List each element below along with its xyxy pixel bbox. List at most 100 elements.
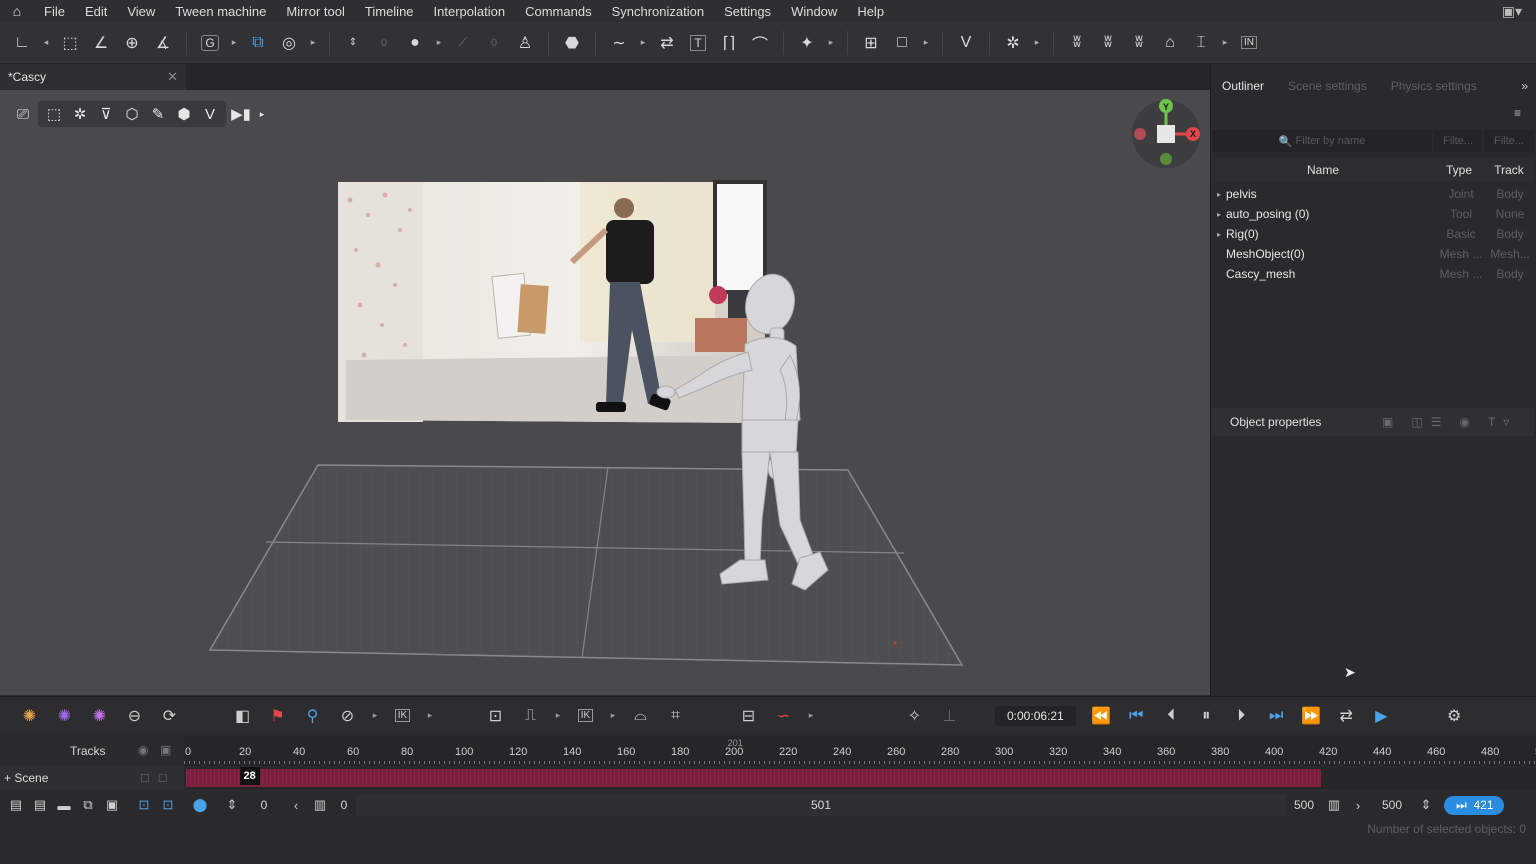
ik-button-2[interactable]: IK xyxy=(568,701,603,731)
t-button[interactable]: T xyxy=(684,29,712,57)
list-icon[interactable]: ☰ xyxy=(1431,415,1442,429)
rewind-icon[interactable]: ⏪ xyxy=(1084,701,1119,731)
pin-icon[interactable]: ⊥ xyxy=(932,701,967,731)
wireframe-icon[interactable]: ⬡ xyxy=(119,101,145,127)
fast-forward-icon[interactable]: ⏩ xyxy=(1294,701,1329,731)
fit-all-icon[interactable]: ⊡ xyxy=(156,797,180,813)
eraser-icon[interactable]: ⬣ xyxy=(558,29,586,57)
brush-icon[interactable]: ⟋ xyxy=(449,29,477,57)
counter-field[interactable]: 0 xyxy=(370,29,398,57)
globe-icon[interactable]: ⊕ xyxy=(118,29,146,57)
dropdown-arrow-icon[interactable]: ▸ xyxy=(548,701,568,731)
orientation-gizmo[interactable]: Y X xyxy=(1132,99,1200,168)
menu-commands[interactable]: Commands xyxy=(515,4,601,19)
range-length[interactable]: 501 xyxy=(356,794,1286,816)
playhead[interactable]: 28 xyxy=(239,767,260,785)
ik-toggle[interactable]: IN xyxy=(1235,29,1263,57)
bezier-icon[interactable]: ⌒ xyxy=(746,29,774,57)
mirror-icon[interactable]: ◧ xyxy=(225,701,260,731)
v-logo-icon[interactable]: V xyxy=(197,101,223,127)
flag-icon[interactable]: ⚑ xyxy=(260,701,295,731)
feet-left-icon[interactable]: ʬ xyxy=(1094,29,1122,57)
expand-arrow-icon[interactable]: ▸ xyxy=(1212,190,1226,199)
timeline-settings-icon[interactable]: ⚙ xyxy=(1437,701,1472,731)
menu-interpolation[interactable]: Interpolation xyxy=(424,4,516,19)
grid-icon[interactable]: ⊞ xyxy=(857,29,885,57)
snap-icon[interactable]: ⧉ xyxy=(244,29,272,57)
scene-clip-bar[interactable] xyxy=(186,769,1321,787)
dropdown-arrow-icon[interactable]: ▸ xyxy=(824,29,838,57)
outliner-row[interactable]: MeshObject(0) Mesh ... Mesh... xyxy=(1212,244,1534,264)
dropdown-arrow-icon[interactable]: ▸ xyxy=(227,29,241,57)
prev-frame-icon[interactable]: ⏴ xyxy=(1154,701,1189,731)
expand-arrow-icon[interactable]: ▸ xyxy=(1212,210,1226,219)
range-start-field[interactable]: 0 xyxy=(332,798,356,812)
tab-scene-settings[interactable]: Scene settings xyxy=(1276,79,1379,93)
loop-playback-icon[interactable]: ⇄ xyxy=(1329,701,1364,731)
ik-button-1[interactable]: IK xyxy=(385,701,420,731)
filter-track-input[interactable]: Filte... xyxy=(1484,130,1534,152)
g-button[interactable]: G xyxy=(196,29,224,57)
square-icon[interactable]: □ xyxy=(888,29,916,57)
filter-type-input[interactable]: Filte... xyxy=(1434,130,1482,152)
column-type[interactable]: Type xyxy=(1434,158,1484,182)
filter-icon[interactable]: ▿ xyxy=(1503,415,1509,429)
angle-icon[interactable]: ∡ xyxy=(149,29,177,57)
columns-icon[interactable]: ◫ xyxy=(1411,415,1422,429)
camera-icon[interactable]: ▶▮ xyxy=(228,101,254,127)
range-handle-icon[interactable]: ▥ xyxy=(1322,797,1346,813)
menu-edit[interactable]: Edit xyxy=(75,4,117,19)
v-logo-icon[interactable]: V xyxy=(952,29,980,57)
menu-icon[interactable]: ≡ xyxy=(1514,106,1521,120)
stepper-icon[interactable]: ⇕ xyxy=(220,797,244,813)
3d-viewport[interactable]: Y X xyxy=(0,90,1210,695)
refresh-icon[interactable]: ⟳ xyxy=(152,701,187,731)
dropdown-arrow-icon[interactable]: ▸ xyxy=(1030,29,1044,57)
stepper-icon[interactable]: ⇕ xyxy=(1414,797,1438,813)
chevron-left-icon[interactable]: ‹ xyxy=(284,798,308,813)
menu-synchronization[interactable]: Synchronization xyxy=(602,4,715,19)
outliner-row[interactable]: Cascy_mesh Mesh ... Body xyxy=(1212,264,1534,284)
current-frame-badge[interactable]: ⏭ 421 xyxy=(1444,795,1504,815)
menu-settings[interactable]: Settings xyxy=(714,4,781,19)
outliner-row[interactable]: ▸ auto_posing (0) Tool None xyxy=(1212,204,1534,224)
key-tool-icon[interactable]: ⚲ xyxy=(295,701,330,731)
counter-field-2[interactable]: 0 xyxy=(480,29,508,57)
tab-physics-settings[interactable]: Physics settings xyxy=(1379,79,1489,93)
scene-track-label[interactable]: + Scene ☐ ☐ xyxy=(0,767,184,789)
tab-outliner[interactable]: Outliner xyxy=(1210,79,1276,93)
dropdown-arrow-icon[interactable]: ▸ xyxy=(636,29,650,57)
house-icon[interactable]: ⌂ xyxy=(1156,29,1184,57)
frames-icon[interactable]: ⊟ xyxy=(731,701,766,731)
column-track[interactable]: Track xyxy=(1484,158,1534,182)
timeline-ruler[interactable]: 0 20 40 60 80 100 120 140 160 180 200 220 240 260 280 3… xyxy=(184,736,1536,766)
more-tabs-icon[interactable]: » xyxy=(1521,79,1536,93)
delete-track-icon[interactable]: ▣ xyxy=(100,797,124,813)
bezier-box-icon[interactable]: ⌗ xyxy=(658,701,693,731)
pencil-icon[interactable]: ✎ xyxy=(145,101,171,127)
rect-select-icon[interactable]: ⬚ xyxy=(56,29,84,57)
menu-window[interactable]: Window xyxy=(781,4,847,19)
layout-icon[interactable]: ▣▾ xyxy=(1502,3,1536,20)
gear-purple-icon[interactable]: ✺ xyxy=(47,701,82,731)
play-icon[interactable]: ▶ xyxy=(1364,701,1399,731)
filter-name-input[interactable]: 🔍 Filter by name xyxy=(1212,130,1432,152)
gear-magenta-icon[interactable]: ✺ xyxy=(82,701,117,731)
column-name[interactable]: Name xyxy=(1212,158,1434,182)
loop-icon[interactable]: ⊖ xyxy=(117,701,152,731)
axis-icon[interactable]: ∟ xyxy=(8,29,36,57)
end-frame-field[interactable]: 500 xyxy=(1370,798,1414,812)
outliner-row[interactable]: ▸ pelvis Joint Body xyxy=(1212,184,1534,204)
home-icon[interactable]: ⌂ xyxy=(0,3,34,19)
feet-icon[interactable]: ʬ xyxy=(1063,29,1091,57)
checkbox-icon[interactable]: ☐ xyxy=(158,772,168,785)
timecode-display[interactable]: 0:00:06:21 xyxy=(995,705,1076,726)
dot-icon[interactable]: ● xyxy=(401,29,429,57)
checkbox-icon[interactable]: ☐ xyxy=(140,772,150,785)
menu-file[interactable]: File xyxy=(34,4,75,19)
dropdown-arrow-icon[interactable]: ▸ xyxy=(256,101,268,127)
spiral-icon[interactable]: ◎ xyxy=(275,29,303,57)
menu-tween-machine[interactable]: Tween machine xyxy=(165,4,276,19)
menu-timeline[interactable]: Timeline xyxy=(355,4,424,19)
block-icon[interactable]: ⊘ xyxy=(330,701,365,731)
